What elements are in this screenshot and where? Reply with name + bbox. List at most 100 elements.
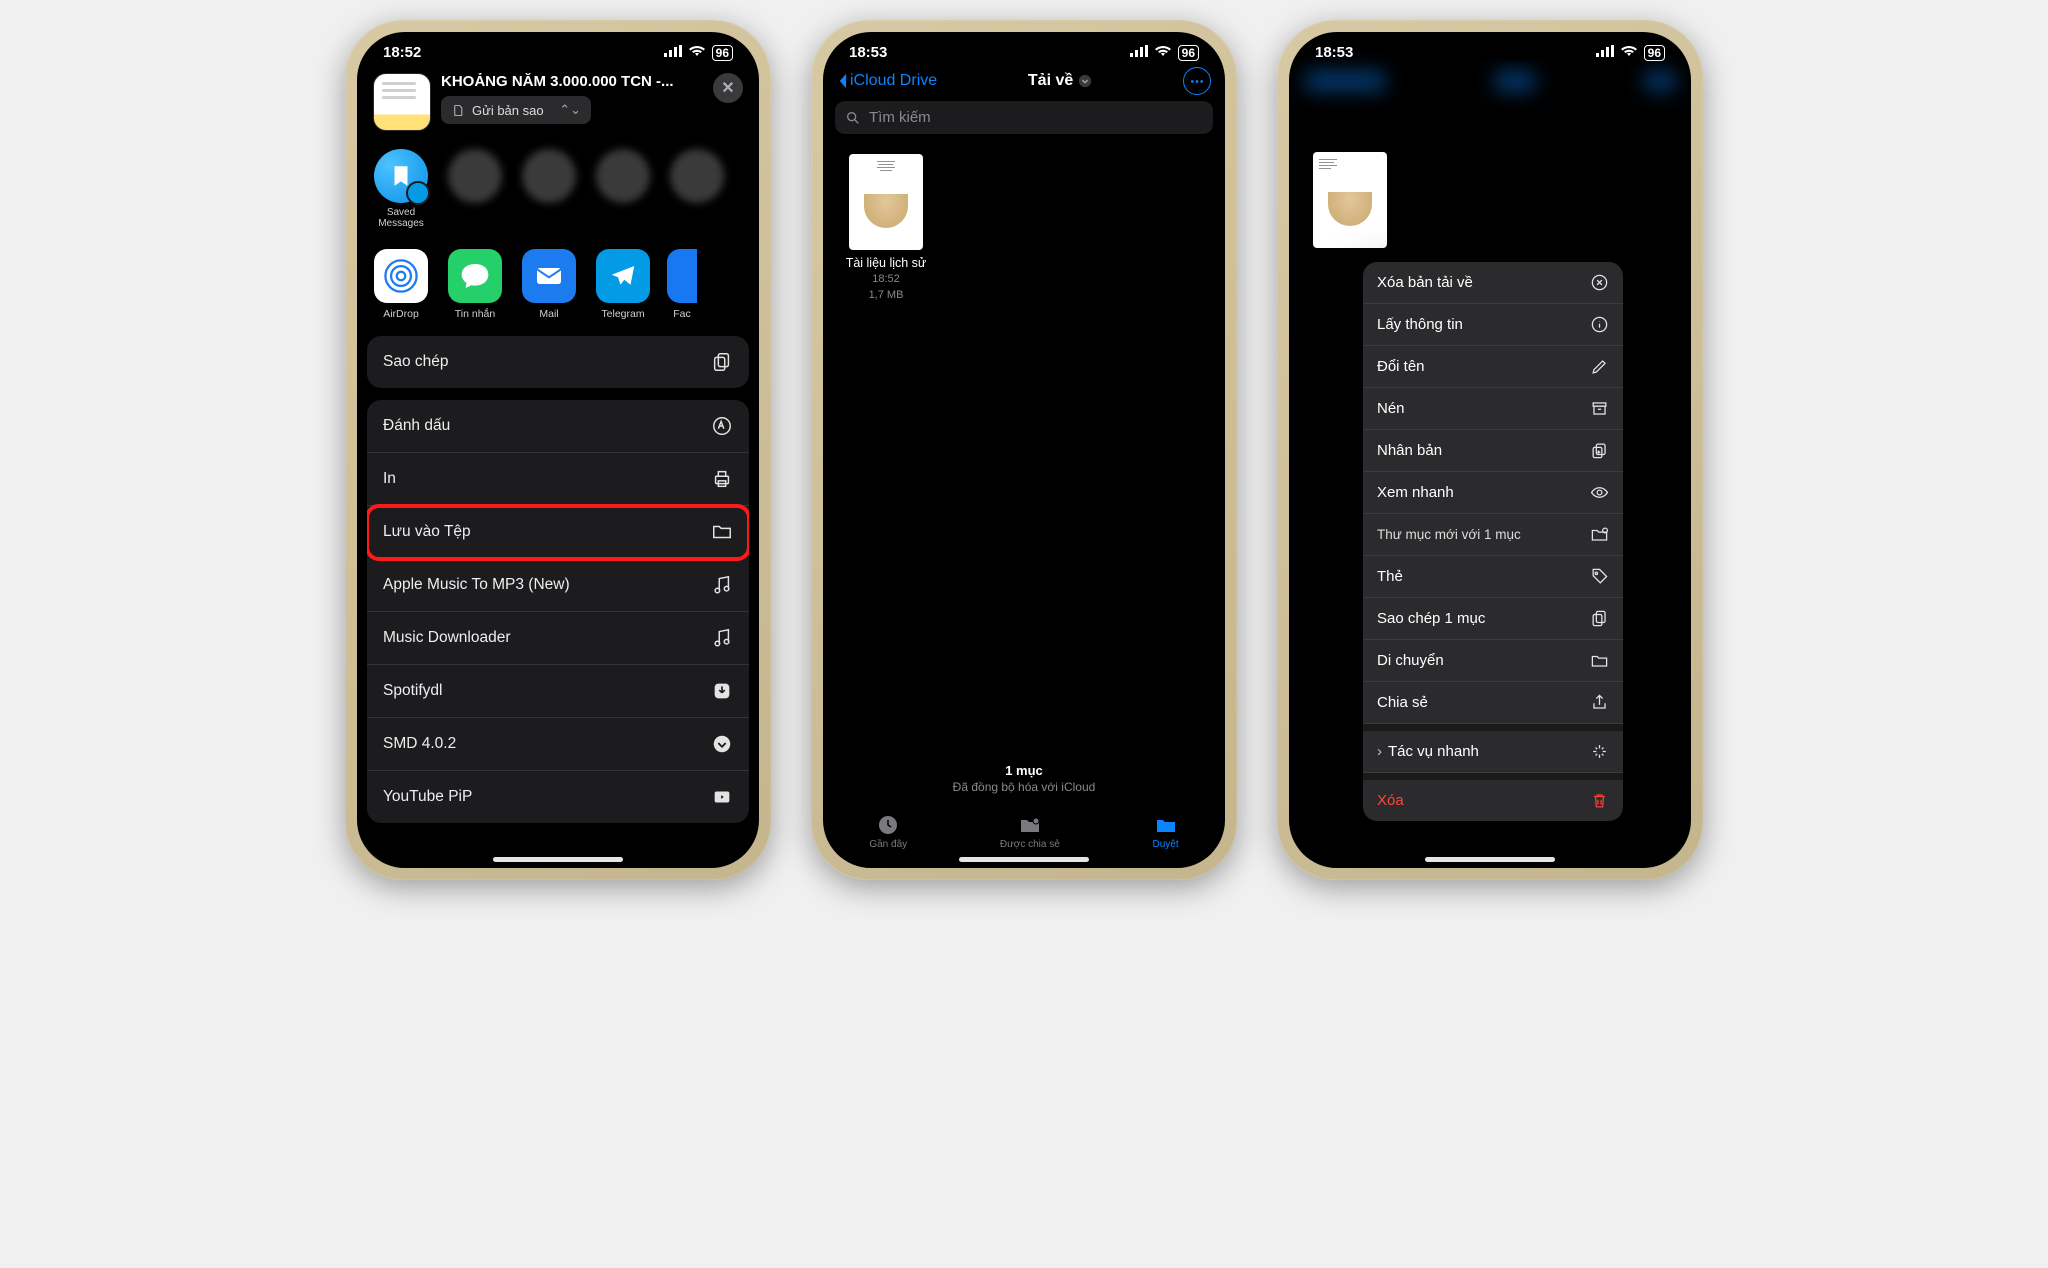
menu-tags[interactable]: Thẻ bbox=[1363, 556, 1623, 598]
printer-icon bbox=[711, 468, 733, 490]
file-size: 1,7 MB bbox=[839, 288, 933, 302]
action-apple-music-mp3[interactable]: Apple Music To MP3 (New) bbox=[367, 559, 749, 612]
battery-icon: 96 bbox=[712, 45, 733, 61]
contact-blurred[interactable] bbox=[670, 149, 724, 203]
wifi-icon bbox=[1620, 44, 1638, 61]
battery-icon: 96 bbox=[1644, 45, 1665, 61]
folder-plus-icon bbox=[1590, 525, 1609, 544]
menu-move[interactable]: Di chuyển bbox=[1363, 640, 1623, 682]
download-icon bbox=[711, 680, 733, 702]
action-smd[interactable]: SMD 4.0.2 bbox=[367, 718, 749, 771]
folder-icon bbox=[1153, 813, 1179, 837]
clock: 18:53 bbox=[1315, 44, 1353, 61]
menu-compress[interactable]: Nén bbox=[1363, 388, 1623, 430]
chevron-updown-icon: ⌃⌄ bbox=[559, 102, 581, 118]
share-header: KHOẢNG NĂM 3.000.000 TCN -... Gửi bản sa… bbox=[357, 63, 759, 139]
menu-duplicate[interactable]: Nhân bản bbox=[1363, 430, 1623, 472]
notch bbox=[1415, 32, 1565, 60]
clock: 18:52 bbox=[383, 44, 421, 61]
chevron-right-icon: › bbox=[1377, 743, 1382, 760]
clock: 18:53 bbox=[849, 44, 887, 61]
wifi-icon bbox=[1154, 44, 1172, 61]
file-name: Tài liệu lịch sử bbox=[839, 256, 933, 270]
action-copy[interactable]: Sao chép bbox=[367, 336, 749, 388]
action-save-to-files[interactable]: Lưu vào Tệp bbox=[367, 506, 749, 559]
contact-blurred[interactable] bbox=[448, 149, 502, 203]
telegram-icon bbox=[596, 249, 650, 303]
menu-get-info[interactable]: Lấy thông tin bbox=[1363, 304, 1623, 346]
eye-icon bbox=[1590, 483, 1609, 502]
app-telegram[interactable]: Telegram bbox=[593, 249, 653, 320]
menu-rename[interactable]: Đổi tên bbox=[1363, 346, 1623, 388]
info-icon bbox=[1590, 315, 1609, 334]
menu-new-folder[interactable]: Thư mục mới với 1 mục bbox=[1363, 514, 1623, 556]
menu-separator bbox=[1363, 773, 1623, 780]
tab-shared[interactable]: Được chia sẻ bbox=[1000, 813, 1060, 850]
tab-recents[interactable]: Gần đây bbox=[869, 813, 907, 850]
cellular-signal-icon bbox=[1130, 44, 1148, 61]
home-indicator[interactable] bbox=[1425, 857, 1555, 862]
selected-file[interactable]: ▬▬▬▬▬▬▬▬▬▬▬▬▬▬▬▬▬▬▬▬▬ bbox=[1313, 152, 1387, 254]
search-icon bbox=[845, 110, 861, 126]
contact-blurred[interactable] bbox=[522, 149, 576, 203]
menu-remove-download[interactable]: Xóa bản tải về bbox=[1363, 262, 1623, 304]
home-indicator[interactable] bbox=[493, 857, 623, 862]
file-time: 18:52 bbox=[839, 272, 933, 286]
search-placeholder: Tìm kiếm bbox=[869, 109, 931, 126]
menu-delete[interactable]: Xóa bbox=[1363, 780, 1623, 821]
sync-status: 1 mục Đã đồng bộ hóa với iCloud bbox=[823, 763, 1225, 794]
app-mail[interactable]: Mail bbox=[519, 249, 579, 320]
share-title: KHOẢNG NĂM 3.000.000 TCN -... bbox=[441, 73, 703, 90]
action-youtube-pip[interactable]: YouTube PiP bbox=[367, 771, 749, 823]
app-messages[interactable]: Tin nhắn bbox=[445, 249, 505, 320]
saved-messages-avatar bbox=[374, 149, 428, 203]
copy-icon bbox=[1590, 609, 1609, 628]
cellular-signal-icon bbox=[1596, 44, 1614, 61]
menu-share[interactable]: Chia sẻ bbox=[1363, 682, 1623, 724]
mail-icon bbox=[522, 249, 576, 303]
more-button[interactable] bbox=[1183, 67, 1211, 95]
notch bbox=[949, 32, 1099, 60]
menu-copy[interactable]: Sao chép 1 mục bbox=[1363, 598, 1623, 640]
action-markup[interactable]: Đánh dấu bbox=[367, 400, 749, 453]
send-copy-picker[interactable]: Gửi bản sao ⌃⌄ bbox=[441, 96, 591, 124]
apps-row[interactable]: AirDrop Tin nhắn Mail Telegram Fac bbox=[357, 239, 759, 330]
back-button[interactable]: iCloud Drive bbox=[837, 72, 937, 90]
close-button[interactable]: ✕ bbox=[713, 73, 743, 103]
context-menu: Xóa bản tải về Lấy thông tin Đổi tên Nén… bbox=[1363, 262, 1623, 821]
markup-icon bbox=[711, 415, 733, 437]
app-facebook[interactable]: Fac bbox=[667, 249, 697, 320]
music-note-icon bbox=[711, 574, 733, 596]
clock-icon bbox=[875, 813, 901, 837]
file-thumbnail: ▬▬▬▬▬▬▬▬▬▬▬▬▬▬▬▬▬▬▬▬▬ bbox=[849, 154, 923, 250]
action-spotifydl[interactable]: Spotifydl bbox=[367, 665, 749, 718]
menu-quicklook[interactable]: Xem nhanh bbox=[1363, 472, 1623, 514]
file-item[interactable]: ▬▬▬▬▬▬▬▬▬▬▬▬▬▬▬▬▬▬▬▬▬ Tài liệu lịch sử 1… bbox=[839, 154, 933, 303]
chevron-left-icon bbox=[837, 72, 848, 90]
action-music-downloader[interactable]: Music Downloader bbox=[367, 612, 749, 665]
action-print[interactable]: In bbox=[367, 453, 749, 506]
picker-label: Gửi bản sao bbox=[472, 103, 544, 118]
facebook-icon bbox=[667, 249, 697, 303]
phone-1-share-sheet: 18:52 96 KHOẢNG NĂM 3.000.000 TCN -... G… bbox=[345, 20, 771, 880]
app-airdrop[interactable]: AirDrop bbox=[371, 249, 431, 320]
tab-browse[interactable]: Duyệt bbox=[1153, 813, 1179, 850]
contacts-row[interactable]: Saved Messages bbox=[357, 139, 759, 239]
nav-title[interactable]: Tải về bbox=[1028, 72, 1092, 90]
item-count: 1 mục bbox=[823, 763, 1225, 778]
menu-separator bbox=[1363, 724, 1623, 731]
duplicate-icon bbox=[1590, 441, 1609, 460]
notch bbox=[483, 32, 633, 60]
folder-icon bbox=[711, 521, 733, 543]
cellular-signal-icon bbox=[664, 44, 682, 61]
contact-blurred[interactable] bbox=[596, 149, 650, 203]
airdrop-icon bbox=[374, 249, 428, 303]
folder-icon bbox=[1590, 651, 1609, 670]
home-indicator[interactable] bbox=[959, 857, 1089, 862]
nav-bar: iCloud Drive Tải về bbox=[823, 63, 1225, 101]
contact-saved-messages[interactable]: Saved Messages bbox=[371, 149, 431, 229]
menu-quick-actions[interactable]: ›Tác vụ nhanh bbox=[1363, 731, 1623, 773]
actions-list: Sao chép Đánh dấu In Lưu vào Tệp bbox=[367, 336, 749, 823]
file-grid: ▬▬▬▬▬▬▬▬▬▬▬▬▬▬▬▬▬▬▬▬▬ Tài liệu lịch sử 1… bbox=[823, 144, 1225, 313]
search-input[interactable]: Tìm kiếm bbox=[835, 101, 1213, 134]
